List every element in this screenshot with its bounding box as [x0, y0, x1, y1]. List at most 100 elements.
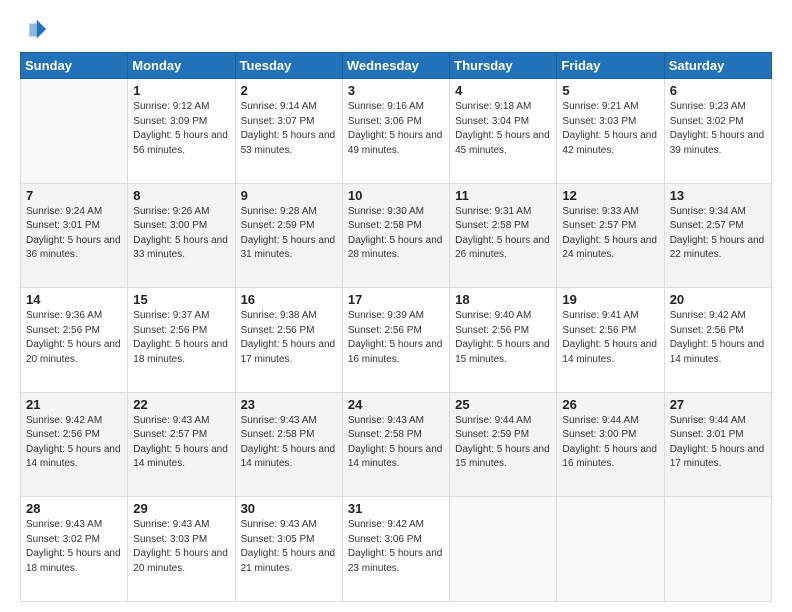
calendar-cell: 25 Sunrise: 9:44 AM Sunset: 2:59 PM Dayli… — [450, 392, 557, 497]
day-number: 14 — [26, 292, 122, 307]
calendar-cell: 21 Sunrise: 9:42 AM Sunset: 2:56 PM Dayli… — [21, 392, 128, 497]
day-number: 12 — [562, 188, 658, 203]
day-number: 2 — [241, 83, 337, 98]
calendar-cell — [664, 497, 771, 602]
day-info: Sunrise: 9:23 AM Sunset: 3:02 PM Dayligh… — [670, 100, 766, 158]
calendar-weekday-tuesday: Tuesday — [235, 53, 342, 79]
calendar-weekday-sunday: Sunday — [21, 53, 128, 79]
page-container: SundayMondayTuesdayWednesdayThursdayFrid… — [0, 0, 792, 612]
day-number: 27 — [670, 397, 766, 412]
day-info: Sunrise: 9:43 AM Sunset: 3:03 PM Dayligh… — [133, 518, 229, 576]
day-info: Sunrise: 9:30 AM Sunset: 2:58 PM Dayligh… — [348, 205, 444, 263]
day-number: 13 — [670, 188, 766, 203]
calendar-weekday-wednesday: Wednesday — [342, 53, 449, 79]
day-info: Sunrise: 9:42 AM Sunset: 3:06 PM Dayligh… — [348, 518, 444, 576]
calendar-cell: 3 Sunrise: 9:16 AM Sunset: 3:06 PM Daylig… — [342, 79, 449, 184]
day-info: Sunrise: 9:38 AM Sunset: 2:56 PM Dayligh… — [241, 309, 337, 367]
day-number: 22 — [133, 397, 229, 412]
calendar-cell: 26 Sunrise: 9:44 AM Sunset: 3:00 PM Dayli… — [557, 392, 664, 497]
day-info: Sunrise: 9:42 AM Sunset: 2:56 PM Dayligh… — [670, 309, 766, 367]
calendar-week-row: 28 Sunrise: 9:43 AM Sunset: 3:02 PM Dayli… — [21, 497, 772, 602]
day-info: Sunrise: 9:12 AM Sunset: 3:09 PM Dayligh… — [133, 100, 229, 158]
day-info: Sunrise: 9:41 AM Sunset: 2:56 PM Dayligh… — [562, 309, 658, 367]
day-info: Sunrise: 9:39 AM Sunset: 2:56 PM Dayligh… — [348, 309, 444, 367]
calendar-header-row: SundayMondayTuesdayWednesdayThursdayFrid… — [21, 53, 772, 79]
calendar-week-row: 1 Sunrise: 9:12 AM Sunset: 3:09 PM Daylig… — [21, 79, 772, 184]
day-info: Sunrise: 9:44 AM Sunset: 2:59 PM Dayligh… — [455, 414, 551, 472]
day-number: 26 — [562, 397, 658, 412]
day-info: Sunrise: 9:21 AM Sunset: 3:03 PM Dayligh… — [562, 100, 658, 158]
day-info: Sunrise: 9:24 AM Sunset: 3:01 PM Dayligh… — [26, 205, 122, 263]
calendar-cell: 31 Sunrise: 9:42 AM Sunset: 3:06 PM Dayli… — [342, 497, 449, 602]
day-info: Sunrise: 9:31 AM Sunset: 2:58 PM Dayligh… — [455, 205, 551, 263]
day-number: 5 — [562, 83, 658, 98]
header — [20, 16, 772, 44]
day-number: 6 — [670, 83, 766, 98]
day-info: Sunrise: 9:43 AM Sunset: 2:58 PM Dayligh… — [241, 414, 337, 472]
day-number: 7 — [26, 188, 122, 203]
day-info: Sunrise: 9:43 AM Sunset: 2:57 PM Dayligh… — [133, 414, 229, 472]
day-number: 3 — [348, 83, 444, 98]
day-number: 30 — [241, 501, 337, 516]
day-info: Sunrise: 9:42 AM Sunset: 2:56 PM Dayligh… — [26, 414, 122, 472]
calendar-cell: 8 Sunrise: 9:26 AM Sunset: 3:00 PM Daylig… — [128, 183, 235, 288]
day-number: 4 — [455, 83, 551, 98]
day-number: 10 — [348, 188, 444, 203]
day-number: 9 — [241, 188, 337, 203]
day-number: 17 — [348, 292, 444, 307]
day-info: Sunrise: 9:16 AM Sunset: 3:06 PM Dayligh… — [348, 100, 444, 158]
calendar-cell: 22 Sunrise: 9:43 AM Sunset: 2:57 PM Dayli… — [128, 392, 235, 497]
day-info: Sunrise: 9:14 AM Sunset: 3:07 PM Dayligh… — [241, 100, 337, 158]
day-number: 15 — [133, 292, 229, 307]
day-number: 1 — [133, 83, 229, 98]
calendar-cell: 14 Sunrise: 9:36 AM Sunset: 2:56 PM Dayli… — [21, 288, 128, 393]
calendar-cell: 10 Sunrise: 9:30 AM Sunset: 2:58 PM Dayli… — [342, 183, 449, 288]
calendar-weekday-thursday: Thursday — [450, 53, 557, 79]
calendar-cell: 5 Sunrise: 9:21 AM Sunset: 3:03 PM Daylig… — [557, 79, 664, 184]
calendar-cell: 15 Sunrise: 9:37 AM Sunset: 2:56 PM Dayli… — [128, 288, 235, 393]
calendar-cell: 27 Sunrise: 9:44 AM Sunset: 3:01 PM Dayli… — [664, 392, 771, 497]
day-number: 18 — [455, 292, 551, 307]
day-info: Sunrise: 9:43 AM Sunset: 2:58 PM Dayligh… — [348, 414, 444, 472]
calendar-cell: 16Sunrise: 9:38 AM Sunset: 2:56 PM Dayli… — [235, 288, 342, 393]
calendar-cell: 24Sunrise: 9:43 AM Sunset: 2:58 PM Dayli… — [342, 392, 449, 497]
calendar-cell: 13Sunrise: 9:34 AM Sunset: 2:57 PM Dayli… — [664, 183, 771, 288]
day-number: 25 — [455, 397, 551, 412]
day-number: 21 — [26, 397, 122, 412]
day-number: 23 — [241, 397, 337, 412]
calendar-week-row: 21 Sunrise: 9:42 AM Sunset: 2:56 PM Dayli… — [21, 392, 772, 497]
calendar-week-row: 7 Sunrise: 9:24 AM Sunset: 3:01 PM Daylig… — [21, 183, 772, 288]
calendar-cell: 17 Sunrise: 9:39 AM Sunset: 2:56 PM Dayli… — [342, 288, 449, 393]
calendar-cell: 28 Sunrise: 9:43 AM Sunset: 3:02 PM Dayli… — [21, 497, 128, 602]
day-info: Sunrise: 9:44 AM Sunset: 3:00 PM Dayligh… — [562, 414, 658, 472]
logo — [20, 16, 52, 44]
calendar-weekday-friday: Friday — [557, 53, 664, 79]
day-info: Sunrise: 9:36 AM Sunset: 2:56 PM Dayligh… — [26, 309, 122, 367]
logo-icon — [20, 16, 48, 44]
calendar-cell: 18 Sunrise: 9:40 AM Sunset: 2:56 PM Dayli… — [450, 288, 557, 393]
day-number: 8 — [133, 188, 229, 203]
day-info: Sunrise: 9:43 AM Sunset: 3:02 PM Dayligh… — [26, 518, 122, 576]
day-info: Sunrise: 9:43 AM Sunset: 3:05 PM Dayligh… — [241, 518, 337, 576]
day-number: 28 — [26, 501, 122, 516]
day-info: Sunrise: 9:37 AM Sunset: 2:56 PM Dayligh… — [133, 309, 229, 367]
day-info: Sunrise: 9:40 AM Sunset: 2:56 PM Dayligh… — [455, 309, 551, 367]
calendar-cell: 19Sunrise: 9:41 AM Sunset: 2:56 PM Dayli… — [557, 288, 664, 393]
calendar-cell: 23 Sunrise: 9:43 AM Sunset: 2:58 PM Dayli… — [235, 392, 342, 497]
calendar-cell: 11Sunrise: 9:31 AM Sunset: 2:58 PM Dayli… — [450, 183, 557, 288]
day-info: Sunrise: 9:44 AM Sunset: 3:01 PM Dayligh… — [670, 414, 766, 472]
day-info: Sunrise: 9:26 AM Sunset: 3:00 PM Dayligh… — [133, 205, 229, 263]
day-info: Sunrise: 9:33 AM Sunset: 2:57 PM Dayligh… — [562, 205, 658, 263]
calendar-cell — [450, 497, 557, 602]
calendar-weekday-saturday: Saturday — [664, 53, 771, 79]
calendar-cell: 1 Sunrise: 9:12 AM Sunset: 3:09 PM Daylig… — [128, 79, 235, 184]
day-info: Sunrise: 9:18 AM Sunset: 3:04 PM Dayligh… — [455, 100, 551, 158]
day-number: 31 — [348, 501, 444, 516]
calendar-cell: 20Sunrise: 9:42 AM Sunset: 2:56 PM Dayli… — [664, 288, 771, 393]
calendar-weekday-monday: Monday — [128, 53, 235, 79]
calendar-cell: 9Sunrise: 9:28 AM Sunset: 2:59 PM Daylig… — [235, 183, 342, 288]
day-number: 29 — [133, 501, 229, 516]
calendar-cell — [21, 79, 128, 184]
calendar-cell: 4 Sunrise: 9:18 AM Sunset: 3:04 PM Daylig… — [450, 79, 557, 184]
calendar-cell: 29 Sunrise: 9:43 AM Sunset: 3:03 PM Dayli… — [128, 497, 235, 602]
